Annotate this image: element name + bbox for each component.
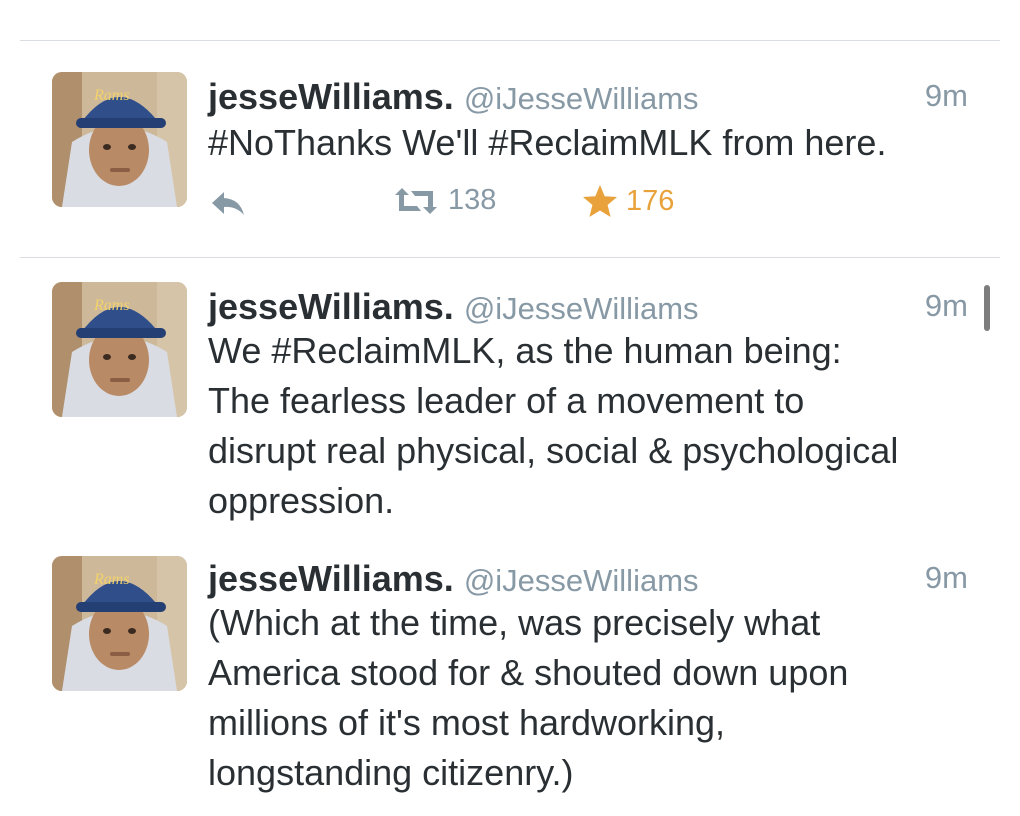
tweet-text-line: #NoThanks We'll #ReclaimMLK from here.: [208, 122, 887, 163]
tweet-text-line: disrupt real physical, social & psycholo…: [208, 430, 899, 471]
handle[interactable]: @iJesseWilliams: [464, 291, 699, 326]
timestamp: 9m: [924, 560, 968, 595]
tweet-divider: [20, 257, 1000, 258]
handle[interactable]: @iJesseWilliams: [464, 81, 699, 116]
tweet-text: (Which at the time, was precisely what A…: [208, 598, 988, 798]
tweet-text-line: We #ReclaimMLK, as the human being:: [208, 330, 842, 371]
tweet-text-line: America stood for & shouted down upon: [208, 652, 849, 693]
timestamp: 9m: [924, 78, 968, 113]
retweet-button[interactable]: 138: [392, 184, 496, 217]
avatar[interactable]: Rams: [52, 556, 187, 691]
tweet-author[interactable]: jesseWilliams. @iJesseWilliams: [208, 286, 699, 328]
retweet-icon: [395, 187, 437, 214]
tweet-text: We #ReclaimMLK, as the human being: The …: [208, 326, 988, 526]
tweet-text-line: The fearless leader of a movement to: [208, 380, 805, 421]
favorite-button[interactable]: 176: [582, 184, 674, 218]
avatar-image: Rams: [52, 72, 187, 207]
scrollbar[interactable]: [984, 285, 990, 331]
favorite-count: 176: [626, 184, 675, 217]
retweet-count: 138: [448, 184, 497, 216]
svg-text:Rams: Rams: [93, 571, 130, 588]
avatar-image: Rams: [52, 556, 187, 691]
svg-text:Rams: Rams: [93, 297, 130, 314]
avatar[interactable]: Rams: [52, 72, 187, 207]
display-name[interactable]: jesseWilliams.: [208, 76, 454, 117]
display-name[interactable]: jesseWilliams.: [208, 558, 454, 599]
tweet-text-line: millions of it's most hardworking,: [208, 702, 726, 743]
tweet[interactable]: Rams jesseWilliams. @iJesseWilliams 9m We…: [0, 282, 1020, 532]
top-divider: [20, 40, 1000, 41]
tweet-text-line: longstanding citizenry.): [208, 752, 574, 793]
display-name[interactable]: jesseWilliams.: [208, 286, 454, 327]
tweet-author[interactable]: jesseWilliams. @iJesseWilliams: [208, 558, 699, 600]
star-icon: [583, 185, 617, 217]
tweet[interactable]: Rams jesseWilliams. @iJesseWilliams 9m (W…: [0, 556, 1020, 806]
svg-text:Rams: Rams: [93, 87, 130, 104]
avatar-image: Rams: [52, 282, 187, 417]
timestamp: 9m: [924, 288, 968, 323]
tweet-actions: 138 176: [208, 184, 808, 224]
tweet-text-line: (Which at the time, was precisely what: [208, 602, 821, 643]
reply-icon: [212, 192, 244, 215]
tweet-text: #NoThanks We'll #ReclaimMLK from here.: [208, 118, 988, 168]
avatar[interactable]: Rams: [52, 282, 187, 417]
tweet-text-line: oppression.: [208, 480, 395, 521]
handle[interactable]: @iJesseWilliams: [464, 563, 699, 598]
tweet-author[interactable]: jesseWilliams. @iJesseWilliams: [208, 76, 699, 118]
tweet[interactable]: Rams jesseWilliams. @iJesseWilliams 9m #N…: [0, 72, 1020, 247]
reply-button[interactable]: [208, 188, 256, 218]
